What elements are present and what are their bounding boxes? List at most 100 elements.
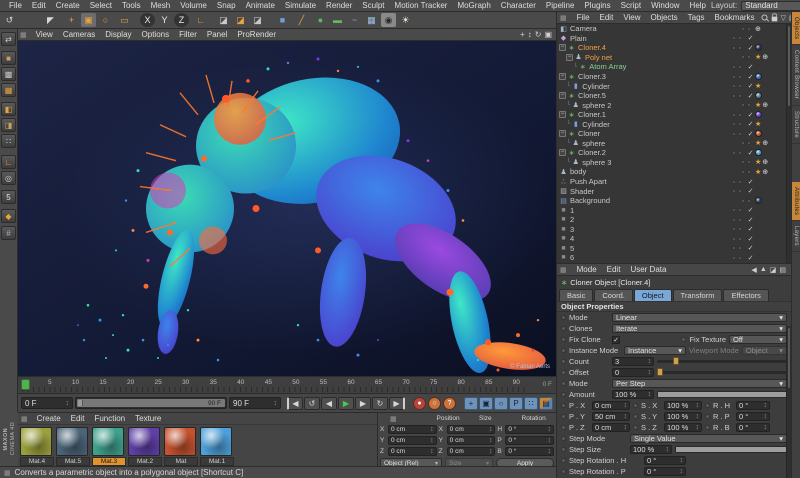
viewport-menu-item[interactable]: Options — [137, 30, 175, 39]
normal-mode-icon[interactable]: ◎ — [1, 171, 16, 185]
amount-slider[interactable] — [657, 391, 787, 398]
object-row[interactable]: └ ∗ Atom Array ✓ ★ ⊕ — [557, 62, 791, 72]
menu-item[interactable]: Tools — [117, 1, 146, 10]
instance-mode-select[interactable]: Instance ▾ — [624, 346, 686, 355]
object-row[interactable]: └ ♟ sphere ✓ ★ ⊕ — [557, 139, 791, 149]
visibility-dots[interactable] — [741, 26, 755, 31]
viewport-menu-item[interactable]: Filter — [174, 30, 202, 39]
object-name[interactable]: Cloner.5 — [578, 91, 732, 100]
point-mode-icon[interactable]: ∷ — [1, 134, 16, 148]
material-tag-icon[interactable] — [755, 130, 762, 138]
menu-item[interactable]: Edit — [27, 1, 51, 10]
size-field[interactable]: 0 cm ↕ — [446, 446, 496, 456]
menu-item[interactable]: MoGraph — [452, 1, 495, 10]
material-name[interactable]: Mat.2 — [128, 457, 162, 466]
step-size-field[interactable]: 100 % ↕ — [630, 445, 672, 454]
step-size-slider[interactable] — [675, 446, 787, 453]
section-header[interactable]: Object Properties — [557, 301, 791, 312]
enabled-check-icon[interactable]: ✓ — [746, 149, 755, 157]
object-row[interactable]: ■ 6 ✓ ★ ⊕ — [557, 253, 791, 263]
mode-select[interactable]: Linear ▾ — [612, 313, 787, 322]
attribute-menu-item[interactable]: User Data — [625, 265, 671, 274]
step-mode-select[interactable]: Single Value ▾ — [630, 434, 787, 443]
attribute-tab[interactable]: Effectors — [723, 289, 769, 301]
material-preview-sphere[interactable] — [164, 427, 196, 456]
step-rotation-h-field[interactable]: 0 ° ↕ — [644, 456, 686, 465]
anim-dot[interactable] — [561, 348, 566, 353]
object-row[interactable]: ▤ Background ✓ ★ ⊕ — [557, 196, 791, 206]
workplane-mode-icon[interactable]: ▦ — [1, 83, 16, 97]
rotation-step-field[interactable]: 0 ° ↕ — [736, 401, 770, 410]
anim-dot[interactable] — [561, 326, 566, 331]
lock-icon[interactable] — [771, 13, 777, 22]
lock-workplane-icon[interactable]: # — [1, 226, 16, 240]
menu-item[interactable]: Mesh — [146, 1, 176, 10]
object-name[interactable]: sphere — [582, 139, 741, 148]
primitive-cube-icon[interactable]: ■ — [275, 13, 290, 27]
new-panel-icon[interactable]: ▤ — [779, 266, 786, 274]
visibility-dots[interactable] — [732, 93, 746, 98]
object-name[interactable]: Cloner.2 — [578, 148, 732, 157]
snap-icon[interactable]: ◆ — [1, 209, 16, 223]
transform-mode-select[interactable]: Per Step ▾ — [612, 379, 787, 388]
visibility-dots[interactable] — [732, 45, 746, 50]
object-name[interactable]: 3 — [570, 225, 732, 234]
star-tag-icon[interactable]: ★ — [755, 139, 761, 147]
target-tag-icon[interactable]: ⊕ — [762, 168, 768, 176]
object-name[interactable]: Cloner — [578, 129, 732, 138]
panel-menu-icon[interactable]: ▦ — [21, 415, 28, 423]
fix-texture-select[interactable]: Off ▾ — [729, 335, 787, 344]
viewport-filter-icon[interactable]: 5 — [1, 190, 16, 204]
step-rotation-p-field[interactable]: 0 ° ↕ — [644, 467, 686, 476]
menu-item[interactable]: File — [4, 1, 27, 10]
expander-icon[interactable]: − — [559, 92, 566, 100]
menu-item[interactable]: Pipeline — [541, 1, 579, 10]
material-name[interactable]: Mat.3 — [92, 457, 126, 466]
make-editable-icon[interactable]: ⇄ — [1, 32, 16, 46]
object-row[interactable]: − ♟ Poly net ✓ ★ ⊕ — [557, 53, 791, 63]
deformer-icon[interactable]: ▬ — [330, 13, 345, 27]
anim-dot[interactable] — [561, 447, 566, 452]
viewport-menu-item[interactable]: Cameras — [58, 30, 100, 39]
preview-range-slider[interactable]: 90 F — [75, 397, 227, 409]
object-name[interactable]: 1 — [570, 206, 732, 215]
end-frame-field[interactable]: 90 F ↕ — [229, 397, 281, 409]
anim-dot[interactable] — [633, 425, 638, 430]
object-row[interactable]: − ∗ Cloner.3 ✓ ★ ⊕ — [557, 72, 791, 82]
pan-view-icon[interactable]: + — [520, 30, 525, 39]
scale-key-toggle[interactable]: ▣ — [479, 396, 493, 410]
next-frame-button[interactable]: ▶ — [355, 396, 371, 410]
material-tag-icon[interactable] — [755, 197, 762, 205]
object-manager-menu-item[interactable]: Tags — [683, 13, 710, 22]
scale-step-field[interactable]: 100 % ↕ — [664, 412, 702, 421]
anim-dot[interactable] — [633, 414, 638, 419]
menu-item[interactable]: Motion Tracker — [390, 1, 453, 10]
anim-dot[interactable] — [561, 425, 566, 430]
object-manager-menu-item[interactable]: Edit — [595, 13, 619, 22]
rotate-view-icon[interactable]: ↻ — [535, 30, 542, 39]
x-axis-lock-icon[interactable]: X — [140, 13, 155, 27]
enabled-check-icon[interactable]: ✓ — [746, 254, 755, 262]
object-row[interactable]: ■ 2 ✓ ★ ⊕ — [557, 215, 791, 225]
enabled-check-icon[interactable]: ✓ — [746, 63, 755, 71]
material-swatch[interactable]: Mat — [164, 427, 198, 466]
material-menu-item[interactable]: Function — [89, 414, 130, 423]
material-swatch[interactable]: Mat.1 — [200, 427, 234, 466]
anim-dot[interactable] — [561, 392, 566, 397]
loop-button[interactable]: ↻ — [372, 396, 388, 410]
object-name[interactable]: 4 — [570, 234, 732, 243]
expander-icon[interactable]: − — [559, 73, 566, 80]
visibility-dots[interactable] — [732, 131, 746, 136]
object-name[interactable]: Push Apart — [570, 177, 732, 186]
enabled-check-icon[interactable]: ✓ — [746, 225, 755, 233]
material-preview-sphere[interactable] — [56, 427, 88, 456]
edge-mode-icon[interactable]: ◨ — [1, 118, 16, 132]
object-row[interactable]: ◆ Plain ✓ ★ ⊕ — [557, 34, 791, 44]
anim-dot[interactable] — [561, 403, 566, 408]
material-tag-icon[interactable] — [755, 149, 762, 157]
object-name[interactable]: sphere 3 — [582, 158, 741, 167]
target-tag-icon[interactable]: ⊕ — [762, 158, 768, 166]
position-step-field[interactable]: 0 cm ↕ — [592, 423, 630, 432]
anim-dot[interactable] — [705, 414, 710, 419]
position-field[interactable]: 0 cm ↕ — [388, 424, 437, 434]
